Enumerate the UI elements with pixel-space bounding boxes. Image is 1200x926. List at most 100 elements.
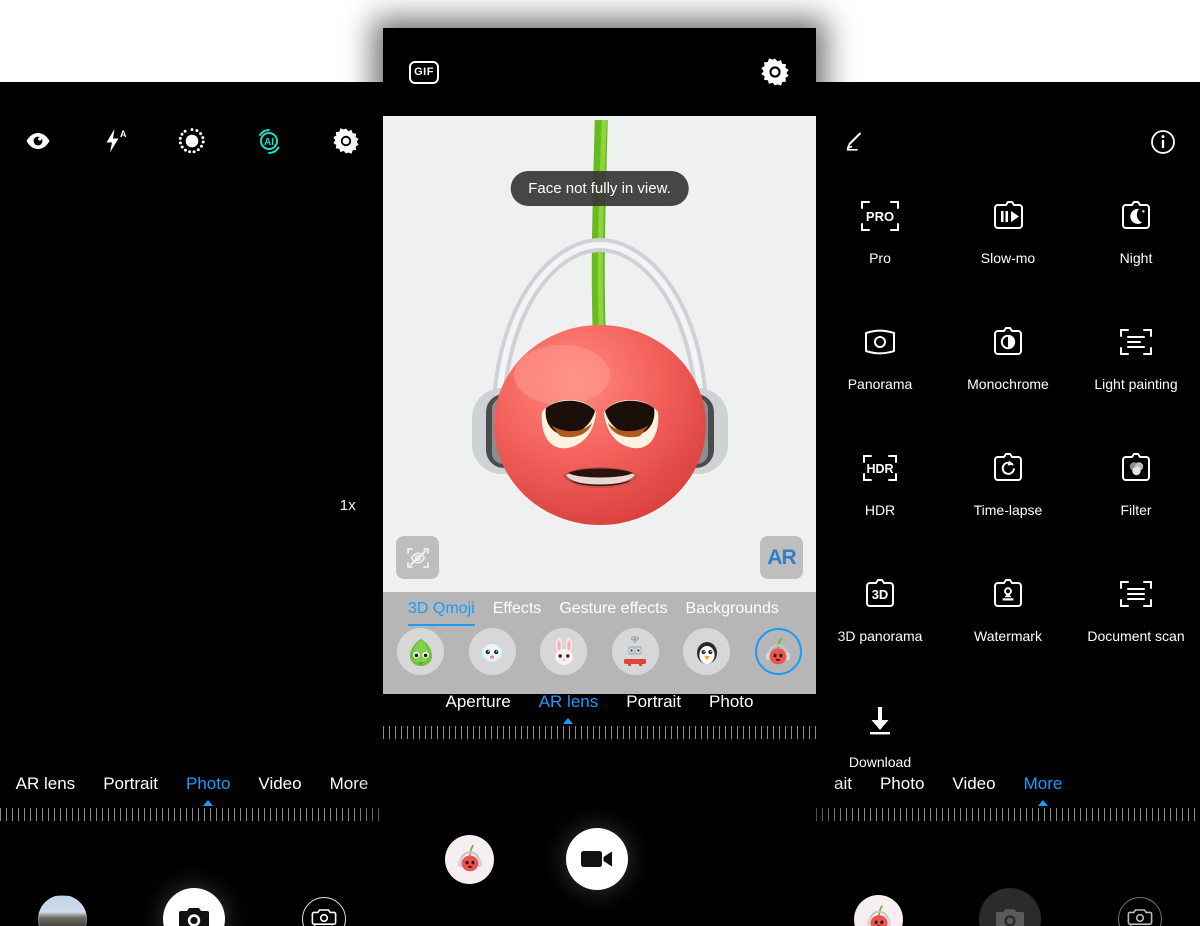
mode-tile-watermark[interactable]: Watermark <box>944 568 1072 664</box>
gif-toggle-button[interactable]: GIF <box>409 60 439 84</box>
mode-tile-label: Download <box>848 754 912 770</box>
info-icon <box>1150 129 1176 155</box>
pencil-edit-icon <box>840 129 866 155</box>
filter-icon <box>1113 442 1159 494</box>
camera-flip-icon <box>1127 907 1153 926</box>
qmoji-item-dinosaur[interactable] <box>397 628 444 675</box>
tab-effects[interactable]: Effects <box>484 600 551 626</box>
left-toolbar: A AI <box>0 82 384 200</box>
face-tracking-button[interactable] <box>396 536 439 579</box>
qmoji-thumbnail[interactable] <box>445 834 494 884</box>
qmoji-item-rabbit[interactable] <box>540 628 588 675</box>
dinosaur-qmoji-icon <box>409 638 432 666</box>
qmoji-tabs: 3D Qmoji Effects Gesture effects Backgro… <box>383 592 816 626</box>
viewfinder[interactable]: Face not fully in view. AR <box>383 116 816 592</box>
mode-tile-label: Night <box>1119 250 1153 266</box>
mode-portrait[interactable]: Portrait <box>89 774 172 794</box>
edit-modes-button[interactable] <box>840 129 866 155</box>
camera-flip-button[interactable] <box>301 897 346 926</box>
mode-more[interactable]: More <box>316 774 383 794</box>
svg-text:AI: AI <box>264 137 274 148</box>
download-icon <box>857 694 903 746</box>
more-modes-grid: PRO Pro Slow-mo Night Panorama Monochrom… <box>816 190 1200 790</box>
mode-tile-label: Monochrome <box>967 376 1049 392</box>
qmoji-thumbnail[interactable] <box>854 894 904 926</box>
beauty-button[interactable] <box>154 82 231 200</box>
info-button[interactable] <box>1150 129 1176 155</box>
mode-photo[interactable]: Photo <box>695 692 767 712</box>
eye-comfort-button[interactable] <box>0 82 77 200</box>
mode-video[interactable]: Video <box>244 774 315 794</box>
mode-tile-3d-panorama[interactable]: 3D 3D panorama <box>816 568 944 664</box>
mode-tile-panorama[interactable]: Panorama <box>816 316 944 412</box>
qmoji-item-cherry[interactable] <box>754 628 802 675</box>
tab-3d-qmoji[interactable]: 3D Qmoji <box>399 600 484 626</box>
slow-mo-icon <box>985 190 1031 242</box>
qmoji-item-penguin[interactable] <box>683 628 731 675</box>
mode-tile-label: HDR <box>864 502 896 518</box>
mode-tile-light-painting[interactable]: Light painting <box>1072 316 1200 412</box>
mode-tile-monochrome[interactable]: Monochrome <box>944 316 1072 412</box>
mid-shutter-row <box>383 828 816 890</box>
ar-mode-button[interactable]: AR <box>760 536 803 579</box>
svg-text:A: A <box>120 129 127 139</box>
mode-ruler-ticks[interactable] <box>383 726 816 739</box>
left-shutter-row <box>0 888 384 926</box>
document-scan-icon <box>1113 568 1159 620</box>
gallery-thumbnail[interactable] <box>38 894 88 926</box>
mode-tile-night[interactable]: Night <box>1072 190 1200 286</box>
hdr-icon: HDR <box>857 442 903 494</box>
mode-tile-document-scan[interactable]: Document scan <box>1072 568 1200 664</box>
mode-tile-hdr[interactable]: HDR HDR <box>816 442 944 538</box>
panorama-icon <box>857 316 903 368</box>
mode-photo[interactable]: Photo <box>172 774 244 794</box>
mode-ar-lens[interactable]: AR lens <box>2 774 90 794</box>
mode-ar-lens[interactable]: AR lens <box>525 692 613 712</box>
mode-tile-label: Light painting <box>1094 376 1178 392</box>
cherry-qmoji-icon <box>453 842 487 876</box>
left-camera-panel: A AI 1x AR lens Portrait Photo Video Mor… <box>0 82 384 926</box>
mode-tile-label: Document scan <box>1087 628 1185 644</box>
mode-portrait-truncated[interactable]: ait <box>820 774 866 794</box>
mode-tile-label: Watermark <box>974 628 1042 644</box>
ai-toggle-button[interactable]: AI <box>230 82 307 200</box>
mode-more[interactable]: More <box>1010 774 1077 794</box>
mode-ruler-ticks[interactable] <box>816 808 1200 821</box>
mode-tile-filter[interactable]: Filter <box>1072 442 1200 538</box>
mode-tile-label: Slow-mo <box>980 250 1036 266</box>
cherry-qmoji-icon <box>862 902 896 926</box>
middle-ar-lens-panel: GIF Face not fully in view. AR 3D Qmoji … <box>383 28 816 926</box>
night-icon <box>1113 190 1159 242</box>
rabbit-qmoji-icon <box>554 637 573 665</box>
mode-video[interactable]: Video <box>938 774 1009 794</box>
mode-tile-slow-mo[interactable]: Slow-mo <box>944 190 1072 286</box>
fish-qmoji-icon <box>479 643 506 662</box>
camera-flip-button[interactable] <box>1117 897 1162 926</box>
right-mode-strip: ait Photo Video More <box>816 774 1200 794</box>
mode-tile-label: 3D panorama <box>837 628 923 644</box>
time-lapse-icon <box>985 442 1031 494</box>
settings-button[interactable] <box>760 57 790 87</box>
mode-portrait[interactable]: Portrait <box>612 692 695 712</box>
penguin-qmoji-icon <box>696 641 717 664</box>
shutter-button[interactable] <box>163 888 226 926</box>
mode-tile-time-lapse[interactable]: Time-lapse <box>944 442 1072 538</box>
record-button[interactable] <box>566 828 628 890</box>
shutter-button-disabled[interactable] <box>979 888 1042 926</box>
mode-aperture[interactable]: Aperture <box>432 692 525 712</box>
zoom-level-indicator[interactable]: 1x <box>340 497 356 514</box>
flash-auto-icon: A <box>101 127 129 155</box>
flash-auto-button[interactable]: A <box>77 82 154 200</box>
mode-tile-pro[interactable]: PRO Pro <box>816 190 944 286</box>
toast-message: Face not fully in view. <box>510 171 689 206</box>
qmoji-item-fish[interactable] <box>468 628 516 675</box>
tab-gesture-effects[interactable]: Gesture effects <box>550 600 676 626</box>
settings-button[interactable] <box>307 82 384 200</box>
monochrome-icon <box>985 316 1031 368</box>
mid-mode-strip: Aperture AR lens Portrait Photo <box>383 692 816 712</box>
mode-photo[interactable]: Photo <box>866 774 938 794</box>
qmoji-item-robot[interactable] <box>611 628 659 675</box>
tab-backgrounds[interactable]: Backgrounds <box>677 600 788 626</box>
mode-ruler-ticks[interactable] <box>0 808 384 821</box>
camera-icon <box>178 906 210 926</box>
